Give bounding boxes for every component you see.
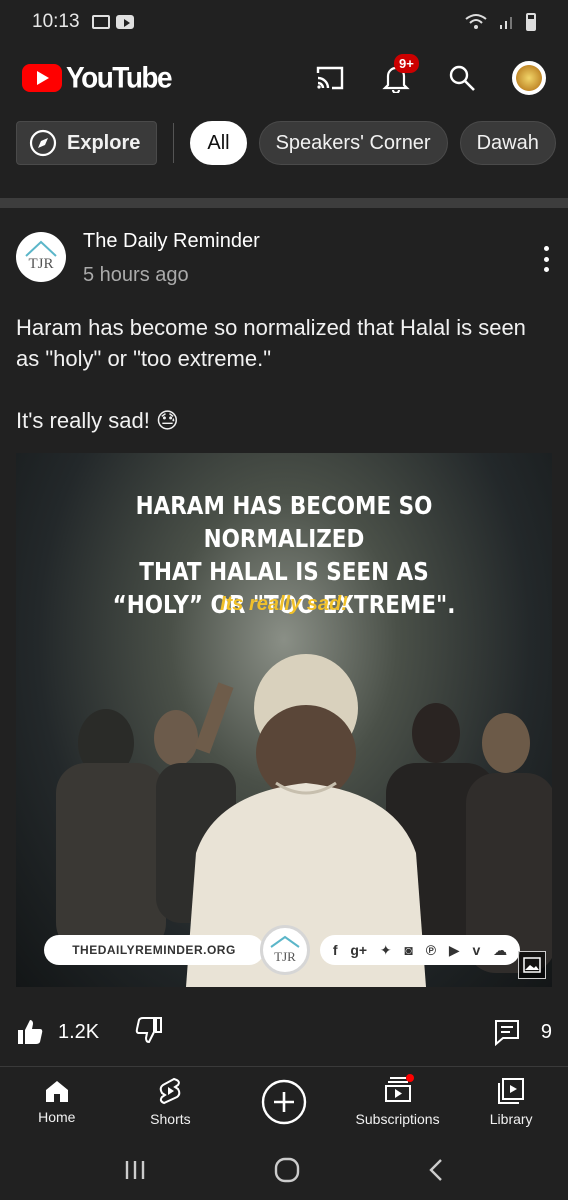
- app-bar: YouTube 9+: [0, 44, 568, 112]
- like-count: 1.2K: [58, 1020, 100, 1043]
- thumbs-up-icon: [18, 1020, 43, 1044]
- soundcloud-icon: ☁: [493, 941, 508, 958]
- status-bar: 10:13: [0, 0, 568, 44]
- chip-all[interactable]: All: [190, 121, 247, 165]
- post-text-paragraph: It's really sad! 😓: [16, 408, 179, 433]
- facebook-icon: f: [332, 942, 338, 958]
- vimeo-icon: v: [472, 942, 481, 958]
- comment-icon: [494, 1020, 519, 1046]
- bottom-navigation: Home Shorts Subscriptions Library: [0, 1066, 568, 1136]
- back-icon[interactable]: [426, 1157, 446, 1183]
- nav-create[interactable]: [227, 1067, 341, 1136]
- dot: [543, 267, 549, 272]
- compass-icon: [29, 129, 57, 157]
- recent-apps-icon[interactable]: [122, 1158, 148, 1182]
- shorts-icon: [160, 1077, 181, 1104]
- search-icon: [449, 65, 475, 91]
- nav-subscriptions[interactable]: Subscriptions: [341, 1067, 455, 1136]
- explore-button[interactable]: Explore: [16, 121, 158, 165]
- cast-button[interactable]: [314, 62, 346, 94]
- image-gallery-icon: [518, 951, 546, 979]
- youtube-notification-icon: [115, 15, 134, 29]
- chip-speakers-corner[interactable]: Speakers' Corner: [258, 121, 448, 165]
- filter-chips: Explore All Speakers' Corner Dawah: [16, 118, 568, 168]
- home-icon: [45, 1080, 68, 1102]
- footer-social-icons: f g+ ✦ ◙ ℗ ▶ v ☁: [320, 935, 520, 965]
- tdr-logo-icon: TJR: [270, 935, 300, 964]
- channel-avatar[interactable]: TJR: [16, 232, 66, 282]
- home-circle-icon[interactable]: [273, 1156, 301, 1184]
- chip-dawah[interactable]: Dawah: [459, 121, 556, 165]
- image-headline-line: THAT HALAL IS SEEN AS: [139, 557, 429, 586]
- nav-home[interactable]: Home: [0, 1067, 114, 1136]
- dislike-button[interactable]: [135, 1016, 163, 1049]
- tdr-logo-icon: TJR: [25, 240, 57, 272]
- image-headline-line: HARAM HAS BECOME SO NORMALIZED: [135, 491, 433, 553]
- post-header: TJR The Daily Reminder 5 hours ago: [16, 224, 556, 294]
- footer-logo-icon: TJR: [260, 925, 310, 975]
- like-button[interactable]: 1.2K: [16, 1018, 99, 1046]
- youtube-play-icon: [22, 64, 62, 92]
- explore-label: Explore: [67, 131, 141, 154]
- nav-shorts-label: Shorts: [150, 1110, 191, 1127]
- create-plus-icon: [261, 1079, 307, 1124]
- svg-text:TJR: TJR: [28, 256, 53, 272]
- youtube-icon: ▶: [448, 941, 460, 958]
- nav-shorts[interactable]: Shorts: [114, 1067, 228, 1136]
- twitter-icon: ✦: [379, 941, 392, 958]
- battery-icon: [526, 13, 536, 31]
- dot: [543, 246, 549, 251]
- logo-text: YouTube: [66, 61, 173, 94]
- footer-website: THEDAILYREMINDER.ORG: [44, 935, 264, 965]
- gallery-notification-icon: [91, 15, 110, 29]
- dot: [543, 256, 549, 262]
- youtube-logo[interactable]: YouTube: [22, 61, 173, 94]
- wifi-icon: [465, 14, 487, 29]
- nav-library-label: Library: [489, 1110, 533, 1127]
- image-subline: Its really sad!: [220, 593, 348, 615]
- status-time: 10:13: [32, 11, 80, 32]
- search-button[interactable]: [446, 62, 478, 94]
- svg-text:TJR: TJR: [274, 949, 296, 964]
- system-navigation-bar: [0, 1140, 568, 1200]
- google-plus-icon: g+: [350, 942, 368, 958]
- instagram-icon: ◙: [404, 942, 413, 958]
- post-text-paragraph: Haram has become so normalized that Hala…: [16, 315, 526, 371]
- channel-name[interactable]: The Daily Reminder: [83, 230, 260, 253]
- post-image[interactable]: HARAM HAS BECOME SO NORMALIZED THAT HALA…: [16, 453, 552, 987]
- comment-count: 9: [540, 1020, 552, 1043]
- engagement-bar: 1.2K 9: [16, 1010, 552, 1054]
- chip-divider: [173, 123, 175, 163]
- thumbs-down-icon: [135, 1016, 163, 1043]
- signal-icon: [500, 17, 512, 29]
- nav-home-label: Home: [38, 1108, 76, 1125]
- nav-subscriptions-label: Subscriptions: [355, 1111, 440, 1127]
- image-footer: THEDAILYREMINDER.ORG f g+ ✦ ◙ ℗ ▶ v ☁ TJ…: [44, 925, 520, 975]
- new-content-dot: [405, 1074, 414, 1082]
- post-time: 5 hours ago: [83, 264, 189, 286]
- comments-button[interactable]: 9: [493, 1018, 552, 1046]
- pinterest-icon: ℗: [425, 942, 437, 958]
- account-avatar[interactable]: [512, 61, 546, 95]
- post-text: Haram has become so normalized that Hala…: [16, 312, 552, 467]
- section-divider: [0, 198, 568, 208]
- notification-badge: 9+: [394, 54, 419, 73]
- nav-library[interactable]: Library: [454, 1067, 568, 1136]
- more-options-button[interactable]: [536, 244, 556, 274]
- cast-icon: [316, 66, 344, 90]
- library-icon: [498, 1077, 525, 1104]
- notifications-button[interactable]: 9+: [380, 54, 419, 94]
